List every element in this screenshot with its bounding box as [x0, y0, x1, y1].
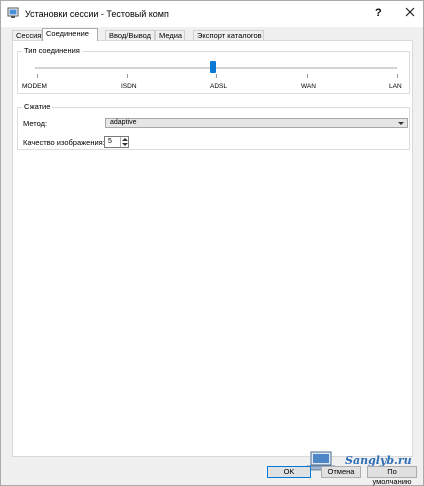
- ok-button[interactable]: OK: [267, 466, 311, 478]
- help-button[interactable]: ?: [375, 7, 382, 19]
- tick-label-modem: MODEM: [22, 83, 47, 90]
- defaults-button[interactable]: По умолчанию: [367, 466, 417, 486]
- window-title: Установки сессии - Тестовый комп: [25, 9, 169, 19]
- tab-page-connection: Тип соединения MODEM ISDN ADSL WAN LAN С…: [12, 40, 413, 457]
- slider-tick: [127, 74, 128, 78]
- tab-label: Соединение: [46, 29, 89, 38]
- tab-label: Ввод/Вывод: [109, 31, 152, 40]
- tab-label: Экспорт каталогов: [197, 31, 262, 40]
- tick-label-wan: WAN: [301, 83, 316, 90]
- session-settings-dialog: Установки сессии - Тестовый комп ? Сесси…: [0, 0, 424, 486]
- slider-tick: [37, 74, 38, 78]
- connection-type-slider-thumb[interactable]: [210, 61, 216, 73]
- close-icon[interactable]: [403, 5, 417, 19]
- group-title: Тип соединения: [22, 46, 82, 55]
- slider-tick: [216, 74, 217, 78]
- slider-tick: [307, 74, 308, 78]
- tick-label-lan: LAN: [389, 83, 402, 90]
- group-title: Сжатие: [22, 102, 53, 111]
- title-bar: Установки сессии - Тестовый комп ?: [1, 1, 423, 27]
- tab-label: Медиа: [159, 31, 183, 40]
- stepper-buttons: [120, 137, 128, 147]
- cancel-button[interactable]: Отмена: [321, 466, 361, 478]
- tab-label: Сессия: [16, 31, 42, 40]
- app-icon: [7, 7, 19, 18]
- tick-label-adsl: ADSL: [210, 83, 227, 90]
- chevron-down-icon[interactable]: [122, 143, 128, 146]
- slider-track[interactable]: [35, 67, 397, 69]
- quality-label: Качество изображения:: [23, 138, 105, 147]
- method-select[interactable]: adaptive: [105, 118, 408, 128]
- quality-value: 5: [108, 138, 112, 145]
- tick-label-isdn: ISDN: [121, 83, 137, 90]
- tab-connection[interactable]: Соединение: [42, 28, 98, 41]
- compression-group: Сжатие Метод: adaptive Качество изображе…: [17, 102, 410, 150]
- slider-tick: [397, 74, 398, 78]
- quality-stepper[interactable]: 5: [104, 136, 129, 148]
- chevron-down-icon: [398, 122, 404, 125]
- chevron-up-icon[interactable]: [122, 138, 128, 141]
- method-label: Метод:: [23, 119, 48, 128]
- method-value: adaptive: [110, 119, 137, 126]
